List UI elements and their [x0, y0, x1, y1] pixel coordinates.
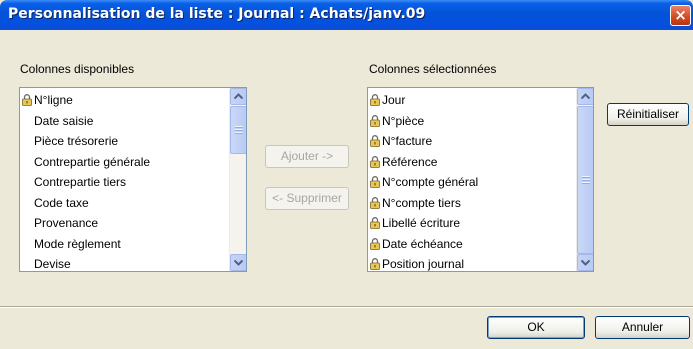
- selected-list-item-label: Libellé écriture: [382, 216, 461, 230]
- available-list-item[interactable]: Provenance: [34, 213, 98, 233]
- ok-button[interactable]: OK: [487, 316, 585, 339]
- selected-list-item-label: N°facture: [382, 134, 433, 148]
- selected-scroll-up-button[interactable]: [577, 88, 593, 105]
- window-title: Personnalisation de la liste : Journal :…: [8, 6, 426, 22]
- available-list-item-label: Pièce trésorerie: [34, 134, 119, 148]
- add-button[interactable]: Ajouter ->: [265, 145, 349, 168]
- padlock-icon: [370, 196, 380, 209]
- selected-list-item[interactable]: Date échéance: [370, 234, 463, 254]
- available-list-item-label: N°ligne: [34, 93, 73, 107]
- reset-button[interactable]: Réinitialiser: [607, 103, 689, 126]
- padlock-icon: [370, 155, 380, 168]
- selected-scrollbar[interactable]: [576, 88, 593, 271]
- cancel-button[interactable]: Annuler: [595, 316, 690, 339]
- padlock-icon: [370, 217, 380, 229]
- selected-list-item-label: Jour: [382, 93, 406, 107]
- selected-list-item[interactable]: N°compte tiers: [370, 193, 461, 213]
- chevron-down-icon: [234, 259, 243, 266]
- padlock-icon: [370, 135, 380, 147]
- selected-list-item[interactable]: Référence: [370, 152, 438, 172]
- available-list-item[interactable]: Mode règlement: [34, 234, 121, 254]
- selected-list-item-label: N°compte général: [382, 175, 479, 189]
- separator-highlight: [0, 307, 693, 308]
- title-bar: Personnalisation de la liste : Journal :…: [0, 0, 693, 30]
- selected-list-item-label: Date échéance: [382, 236, 463, 251]
- selected-list-item[interactable]: N°compte général: [370, 172, 479, 192]
- available-list-item[interactable]: Contrepartie générale: [34, 152, 150, 172]
- chevron-up-icon: [234, 93, 243, 100]
- selected-scroll-down-button[interactable]: [577, 254, 593, 271]
- selected-list-item[interactable]: Position journal: [370, 254, 465, 271]
- selected-list-item[interactable]: N°pièce: [370, 111, 425, 131]
- selected-list-item[interactable]: Jour: [370, 90, 406, 110]
- available-list-item-label: Contrepartie tiers: [34, 175, 127, 189]
- available-list-item-label: Contrepartie générale: [34, 154, 151, 169]
- padlock-icon: [22, 94, 32, 106]
- selected-columns-label: Colonnes sélectionnées: [369, 62, 497, 76]
- padlock-icon: [370, 237, 380, 250]
- available-list-item[interactable]: Devise: [34, 254, 71, 271]
- available-list-item[interactable]: Pièce trésorerie: [34, 131, 118, 151]
- padlock-icon: [370, 114, 380, 127]
- available-list-item-label: Code taxe: [34, 195, 89, 210]
- selected-list-item[interactable]: N°facture: [370, 131, 433, 151]
- remove-button[interactable]: <- Supprimer: [265, 187, 349, 210]
- selected-list-item-label: Position journal: [382, 257, 465, 271]
- available-list-item-label: Date saisie: [34, 113, 94, 128]
- chevron-down-icon: [581, 259, 590, 266]
- padlock-icon: [370, 258, 380, 270]
- selected-columns-list[interactable]: Jour N°pièce N°facture Référence N°compte gé…: [367, 87, 594, 272]
- available-list-item[interactable]: Code taxe: [34, 193, 89, 213]
- available-list-item-label: Provenance: [34, 216, 99, 230]
- selected-list-item[interactable]: Libellé écriture: [370, 213, 461, 233]
- available-scroll-up-button[interactable]: [230, 88, 246, 105]
- selected-list-item-label: N°compte tiers: [382, 195, 461, 210]
- chevron-up-icon: [581, 93, 590, 100]
- padlock-icon: [370, 176, 380, 188]
- available-columns-list[interactable]: N°ligne Date saisie Pièce trésorerie Contre…: [19, 87, 247, 272]
- available-scrollbar[interactable]: [229, 88, 246, 271]
- selected-list-item-label: N°pièce: [382, 113, 425, 128]
- available-scroll-down-button[interactable]: [230, 254, 246, 271]
- padlock-icon: [370, 94, 380, 106]
- available-list-item-label: Devise: [34, 257, 71, 271]
- close-button[interactable]: ×: [670, 5, 691, 26]
- available-columns-label: Colonnes disponibles: [20, 62, 135, 76]
- available-scroll-thumb[interactable]: [230, 106, 246, 154]
- available-list-item-label: Mode règlement: [34, 236, 121, 251]
- selected-scroll-thumb[interactable]: [577, 106, 593, 254]
- close-icon: ×: [674, 6, 687, 24]
- available-list-item[interactable]: Date saisie: [34, 111, 93, 131]
- available-list-item[interactable]: Contrepartie tiers: [34, 172, 126, 192]
- available-list-item[interactable]: N°ligne: [22, 90, 73, 110]
- selected-list-item-label: Référence: [382, 154, 438, 169]
